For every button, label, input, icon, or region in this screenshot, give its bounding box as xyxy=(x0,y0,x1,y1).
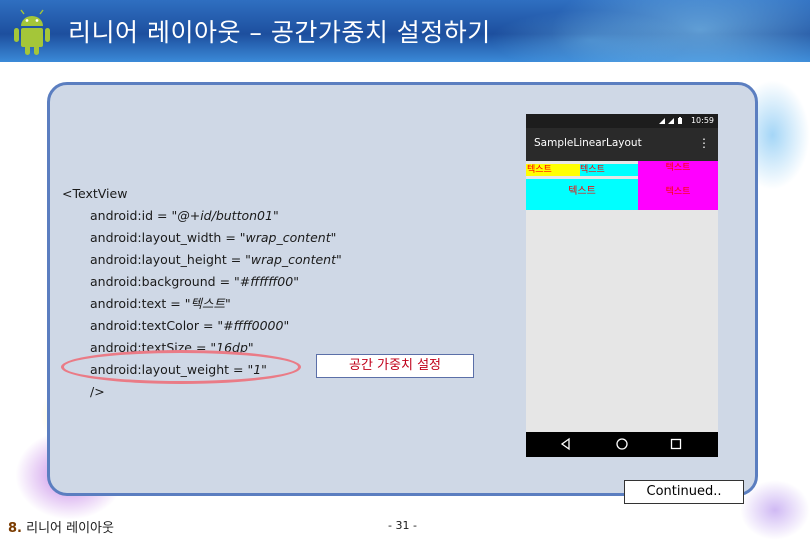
code-line: android:text = "텍스트" xyxy=(62,293,342,315)
phone-screenshot: 10:59 SampleLinearLayout ⋮ 텍스트 텍스트 텍스트 텍… xyxy=(526,114,718,457)
app-bar: SampleLinearLayout ⋮ xyxy=(526,128,718,161)
page-number: - 31 - xyxy=(388,519,417,532)
code-attribute: android:layout_width xyxy=(90,230,222,245)
code-attribute: android:id xyxy=(90,208,154,223)
textview-yellow: 텍스트 xyxy=(526,164,580,176)
section-number: 8. xyxy=(8,521,22,536)
code-equals: = xyxy=(198,318,218,333)
status-time: 10:59 xyxy=(690,116,714,125)
recents-icon[interactable] xyxy=(669,437,683,451)
code-attribute: android:text xyxy=(90,296,167,311)
code-equals: = xyxy=(221,230,240,245)
textview-cyan: 텍스트 xyxy=(580,164,638,176)
highlight-ellipse xyxy=(61,350,301,384)
slide-title: 리니어 레이아웃 – 공간가중치 설정하기 xyxy=(68,18,491,47)
textview-cyan-wide: 텍스트 xyxy=(526,179,638,210)
title-bar: 리니어 레이아웃 – 공간가중치 설정하기 xyxy=(0,0,810,62)
code-equals: = xyxy=(215,274,235,289)
back-icon[interactable] xyxy=(559,437,573,451)
code-value: "#ffffff00" xyxy=(234,274,299,289)
textview-magenta: 텍스트 xyxy=(638,161,718,179)
code-value: "wrap_content" xyxy=(239,230,337,245)
code-attribute: android:layout_height xyxy=(90,252,227,267)
code-line: android:layout_width = "wrap_content" xyxy=(62,227,342,249)
code-line: android:layout_height = "wrap_content" xyxy=(62,249,342,271)
code-value: "텍스트" xyxy=(184,296,231,311)
textview-magenta: 텍스트 xyxy=(638,179,718,210)
overflow-menu-icon[interactable]: ⋮ xyxy=(698,136,710,150)
callout-box: 공간 가중치 설정 xyxy=(316,354,474,378)
code-equals: = xyxy=(226,252,246,267)
code-line: android:textColor = "#ffff0000" xyxy=(62,315,342,337)
code-value: "@+id/button01" xyxy=(171,208,279,223)
code-value: "wrap_content" xyxy=(245,252,342,267)
phone-status-bar: 10:59 xyxy=(526,114,718,128)
linear-layout-row: 텍스트 텍스트 텍스트 xyxy=(526,161,718,179)
code-line: android:id = "@+id/button01" xyxy=(62,205,342,227)
signal-wifi-battery-icon xyxy=(659,117,682,124)
code-equals: = xyxy=(153,208,172,223)
code-line: android:background = "#ffffff00" xyxy=(62,271,342,293)
code-attribute: android:background xyxy=(90,274,216,289)
code-attribute: android:textColor xyxy=(90,318,199,333)
continued-label: Continued.. xyxy=(624,480,744,504)
section-title: 리니어 레이아웃 xyxy=(26,521,114,536)
title-decoration-secondary xyxy=(490,10,690,62)
code-equals: = xyxy=(166,296,185,311)
code-close-tag: /> xyxy=(90,384,105,399)
code-open-tag: <TextView xyxy=(62,186,128,201)
code-value: "#ffff0000" xyxy=(217,318,290,333)
phone-nav-bar xyxy=(526,432,718,457)
app-title: SampleLinearLayout xyxy=(534,137,642,149)
footer-section: 8. 리니어 레이아웃 xyxy=(8,517,114,536)
home-icon[interactable] xyxy=(615,437,629,451)
android-robot-icon xyxy=(14,9,50,55)
linear-layout-row: 텍스트 텍스트 xyxy=(526,179,718,210)
